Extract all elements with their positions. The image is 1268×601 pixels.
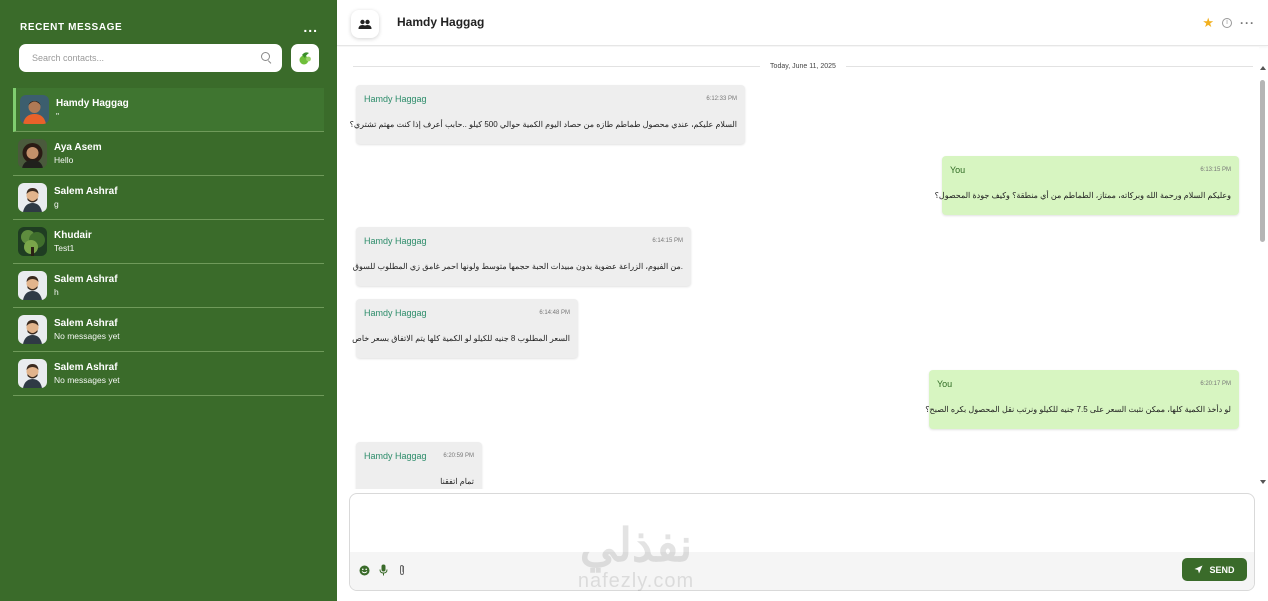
contact-item[interactable]: Hamdy Haggag ": [13, 88, 324, 132]
contact-item[interactable]: Khudair Test1: [13, 220, 324, 264]
contact-name: Khudair: [54, 229, 92, 241]
message-sender: Hamdy Haggag: [364, 308, 427, 318]
search-icon[interactable]: [260, 52, 272, 64]
people-icon: [358, 19, 372, 29]
sidebar-more-icon[interactable]: ...: [303, 20, 318, 34]
contact-last-message: No messages yet: [54, 374, 120, 385]
message-time: 6:20:17 PM: [1200, 381, 1231, 387]
avatar: [18, 359, 47, 388]
message-bubble: Hamdy Haggag 6:14:15 PM .من الفيوم، الزر…: [352, 227, 691, 286]
contact-item[interactable]: Salem Ashraf No messages yet: [13, 308, 324, 352]
sidebar-header: RECENT MESSAGE ...: [20, 20, 318, 34]
message-time: 6:13:15 PM: [1200, 167, 1231, 173]
message-time: 6:20:59 PM: [443, 453, 474, 459]
message-time: 6:14:15 PM: [652, 238, 683, 244]
message-text: السعر المطلوب 8 جنيه للكيلو لو الكمية كل…: [352, 334, 570, 343]
composer-toolbar: SEND: [350, 552, 1254, 590]
message-sender: Hamdy Haggag: [364, 94, 427, 104]
contact-name: Salem Ashraf: [54, 273, 118, 285]
avatar: [18, 315, 47, 344]
message-bubble: You 6:13:15 PM وعليكم السلام ورحمة الله …: [934, 156, 1239, 215]
contact-item[interactable]: Salem Ashraf No messages yet: [13, 352, 324, 396]
scroll-thumb[interactable]: [1260, 80, 1265, 242]
info-icon[interactable]: i: [1222, 17, 1232, 28]
contact-last-message: Hello: [54, 154, 74, 165]
attachment-icon[interactable]: [396, 564, 408, 576]
scroll-down-arrow-icon[interactable]: [1260, 480, 1266, 484]
message-text: تمام اتفقنا: [440, 477, 474, 486]
chat-title: Hamdy Haggag: [397, 15, 485, 29]
avatar: [18, 271, 47, 300]
date-label: Today, June 11, 2025: [770, 62, 836, 70]
emoji-icon[interactable]: [358, 564, 370, 576]
contact-name: Salem Ashraf: [54, 185, 118, 197]
contact-last-message: Test1: [54, 242, 75, 253]
search-input[interactable]: [32, 53, 260, 63]
message-sender: You: [937, 379, 953, 389]
message-scrollbar[interactable]: [1259, 66, 1268, 490]
message-text: وعليكم السلام ورحمة الله وبركاته، ممتاز،…: [934, 191, 1231, 200]
message-bubble: Hamdy Haggag 6:12:33 PM السلام عليكم، عن…: [349, 85, 745, 144]
contact-last-message: ": [56, 110, 60, 121]
message-list: Today, June 11, 2025 Hamdy Haggag 6:12:3…: [337, 47, 1259, 489]
contact-name: Salem Ashraf: [54, 317, 118, 329]
contact-item[interactable]: Aya Asem Hello: [13, 132, 324, 176]
scroll-up-arrow-icon[interactable]: [1260, 66, 1266, 70]
contact-list: Hamdy Haggag " Aya Asem Hello Salem Ashr…: [13, 88, 324, 396]
date-separator: Today, June 11, 2025: [353, 61, 1253, 71]
contact-name: Hamdy Haggag: [56, 97, 129, 109]
message-time: 6:12:33 PM: [706, 96, 737, 102]
contact-name: Aya Asem: [54, 141, 102, 153]
send-icon: [1194, 565, 1203, 574]
avatar: [20, 95, 49, 124]
message-text: السلام عليكم، عندي محصول طماطم طازه من ح…: [349, 120, 737, 129]
message-input[interactable]: [350, 494, 1254, 552]
avatar: [18, 183, 47, 212]
message-bubble: Hamdy Haggag 6:14:48 PM السعر المطلوب 8 …: [352, 299, 578, 358]
avatar: [18, 227, 47, 256]
chat-header: Hamdy Haggag ★ i ···: [337, 0, 1268, 46]
search-box: [19, 44, 282, 72]
send-label: SEND: [1209, 564, 1235, 575]
message-text: .من الفيوم، الزراعة عضوية بدون مبيدات ال…: [352, 262, 683, 271]
contact-last-message: g: [54, 198, 59, 209]
send-button[interactable]: SEND: [1182, 558, 1247, 581]
message-bubble: Hamdy Haggag 6:20:59 PM تمام اتفقنا: [356, 442, 482, 489]
microphone-icon[interactable]: [377, 564, 389, 576]
tomato-logo-icon: [299, 52, 311, 65]
avatar: [18, 139, 47, 168]
more-options-icon[interactable]: ···: [1240, 17, 1255, 29]
contact-item[interactable]: Salem Ashraf g: [13, 176, 324, 220]
sidebar: RECENT MESSAGE ... Hamdy Haggag: [0, 0, 337, 601]
contact-last-message: No messages yet: [54, 330, 120, 341]
message-sender: You: [950, 165, 966, 175]
contact-item[interactable]: Salem Ashraf h: [13, 264, 324, 308]
contact-last-message: h: [54, 286, 59, 297]
message-composer: SEND: [349, 493, 1255, 591]
contact-name: Salem Ashraf: [54, 361, 118, 373]
contacts-button[interactable]: [351, 10, 379, 38]
message-time: 6:14:48 PM: [539, 310, 570, 316]
message-sender: Hamdy Haggag: [364, 451, 427, 461]
logo-button[interactable]: [291, 44, 319, 72]
star-icon[interactable]: ★: [1202, 16, 1214, 29]
message-sender: Hamdy Haggag: [364, 236, 427, 246]
message-bubble: You 6:20:17 PM لو دأخذ الكمية كلها، ممكن…: [925, 370, 1239, 429]
message-text: لو دأخذ الكمية كلها، ممكن نثبت السعر على…: [925, 405, 1231, 414]
sidebar-title: RECENT MESSAGE: [20, 21, 123, 33]
